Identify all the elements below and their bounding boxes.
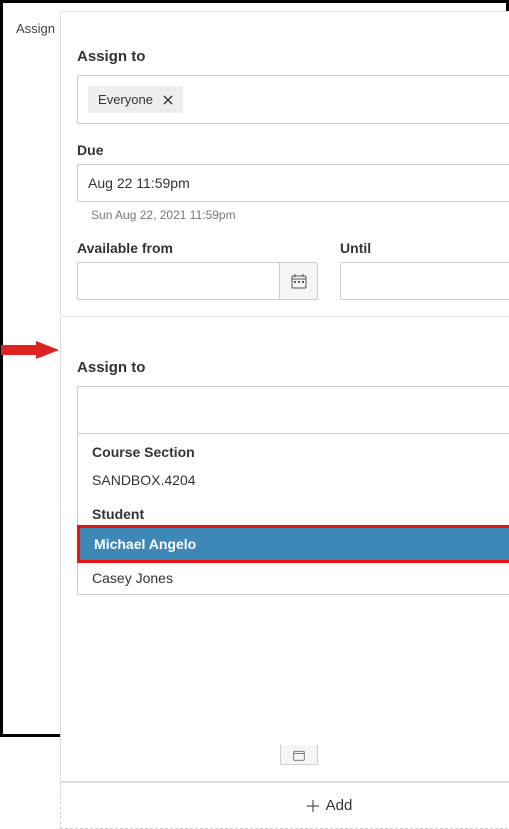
arrow-icon <box>1 335 61 365</box>
side-label: Assign <box>11 11 60 726</box>
calendar-icon[interactable] <box>280 745 318 765</box>
assign-to-title: Assign to <box>77 48 509 65</box>
due-input[interactable] <box>77 164 509 202</box>
plus-icon <box>306 799 320 813</box>
dropdown-group-section: Course Section <box>78 434 509 464</box>
until-label: Until <box>340 240 509 256</box>
assign-to-input[interactable]: Everyone <box>77 75 509 124</box>
chip-remove-icon[interactable] <box>163 95 173 105</box>
calendar-icon[interactable] <box>280 262 318 300</box>
available-from-label: Available from <box>77 240 318 256</box>
dropdown-group-student: Student <box>78 496 509 526</box>
chip-label: Everyone <box>98 92 153 107</box>
due-label: Due <box>77 142 509 158</box>
dropdown-item-student[interactable]: Casey Jones <box>78 562 509 594</box>
assign-card-1: Assign to Everyone Due Sun Aug 22, 2021 … <box>60 11 509 317</box>
assign-dropdown: Course Section SANDBOX.4204 Student Mich… <box>77 433 509 595</box>
due-helper-text: Sun Aug 22, 2021 11:59pm <box>91 208 509 222</box>
assign-to-input[interactable] <box>77 386 509 434</box>
until-input[interactable] <box>340 262 509 300</box>
add-button[interactable]: Add <box>60 782 509 829</box>
assign-to-title: Assign to <box>77 359 509 376</box>
available-from-input[interactable] <box>77 262 280 300</box>
add-label: Add <box>326 797 353 814</box>
dropdown-item-student-selected[interactable]: Michael Angelo <box>77 525 509 563</box>
chip-everyone: Everyone <box>88 86 183 113</box>
assign-card-2: Assign to Course Section SANDBOX.4204 St… <box>60 317 509 782</box>
dropdown-item-section[interactable]: SANDBOX.4204 <box>78 464 509 496</box>
